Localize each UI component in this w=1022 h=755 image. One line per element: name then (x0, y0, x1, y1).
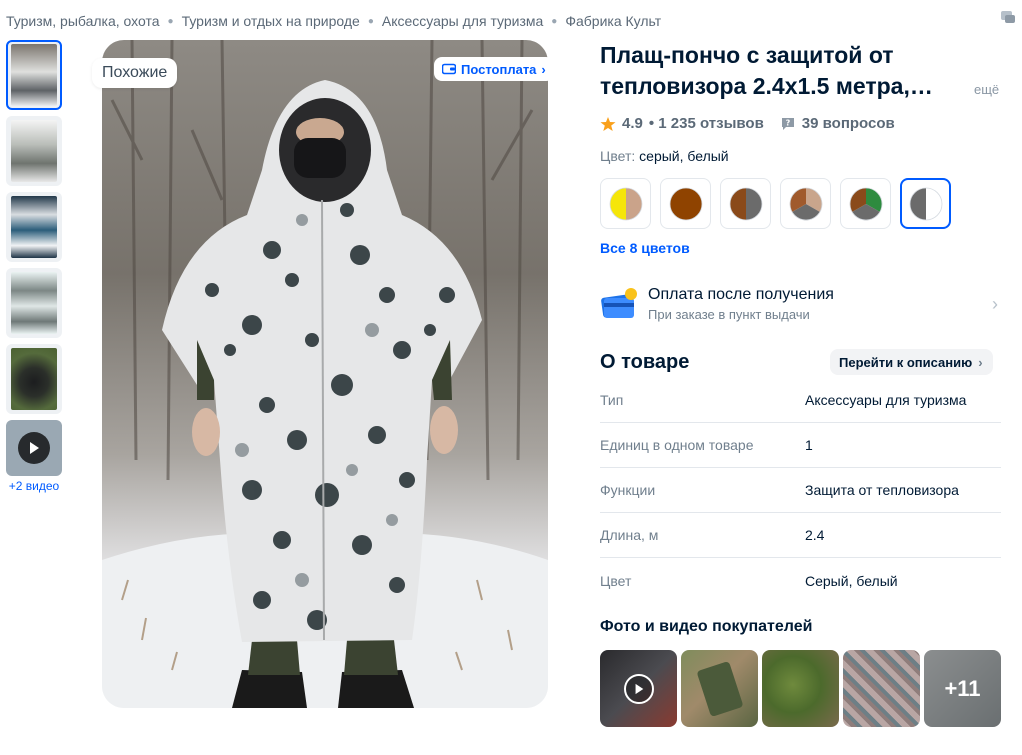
spec-value: Аксессуары для туризма (805, 392, 967, 408)
color-circle-icon (789, 187, 822, 220)
customer-photo-2[interactable] (762, 650, 839, 727)
spec-key: Тип (600, 392, 624, 408)
spec-row: Функции Защита от тепловизора (600, 468, 1001, 513)
spec-key: Функции (600, 482, 656, 498)
spec-row: Единиц в одном товаре 1 (600, 423, 1001, 468)
postpay-label: Постоплата (461, 61, 537, 77)
rating-summary: 4.9 • 1 235 отзывов ? 39 вопросов (600, 115, 895, 132)
star-icon (600, 116, 616, 131)
color-circle-icon (849, 187, 882, 220)
color-label-key: Цвет: (600, 148, 636, 164)
customer-media-heading: Фото и видео покупателей (600, 618, 813, 635)
breadcrumb-item[interactable]: Аксессуары для туризма (382, 13, 543, 29)
more-link[interactable]: ещё (974, 82, 999, 97)
go-to-description-button[interactable]: Перейти к описанию › (830, 349, 993, 375)
breadcrumb: Туризм, рыбалка, охота ● Туризм и отдых … (6, 12, 661, 30)
spec-value: Серый, белый (805, 572, 898, 589)
payment-title: Оплата после получения (648, 286, 834, 303)
wallet-icon (442, 63, 456, 75)
go-to-description-label: Перейти к описанию (839, 354, 973, 370)
chevron-right-icon: › (978, 354, 983, 370)
payment-card-icon (600, 287, 638, 321)
payment-after-receipt[interactable]: Оплата после получения При заказе в пунк… (600, 282, 1000, 326)
chat-icon[interactable] (1000, 10, 1016, 26)
color-swatch[interactable] (780, 178, 831, 229)
thumbnail-3[interactable] (6, 192, 62, 262)
main-product-image[interactable] (102, 40, 548, 708)
all-colors-link[interactable]: Все 8 цветов (600, 240, 690, 256)
play-icon (623, 673, 654, 704)
thumbnail-1[interactable] (6, 40, 62, 110)
breadcrumb-item[interactable]: Туризм, рыбалка, охота (6, 13, 160, 29)
color-swatch[interactable] (660, 178, 711, 229)
thumbnail-2[interactable] (6, 116, 62, 186)
customer-media-strip: +11 (600, 650, 1001, 727)
color-swatch[interactable] (600, 178, 651, 229)
spec-key: Цвет (600, 572, 632, 589)
spec-value: 2.4 (805, 527, 825, 543)
color-swatch[interactable] (720, 178, 771, 229)
color-label: Цвет: серый, белый (600, 148, 729, 164)
questions-count: 39 вопросов (801, 115, 895, 132)
color-circle-icon (609, 187, 642, 220)
color-swatch[interactable] (840, 178, 891, 229)
breadcrumb-separator: ● (167, 15, 174, 27)
about-heading: О товаре (600, 351, 690, 373)
reviews-link[interactable]: • 1 235 отзывов (649, 115, 764, 132)
breadcrumb-item[interactable]: Туризм и отдых на природе (182, 13, 360, 29)
customer-video-1[interactable] (600, 650, 677, 727)
postpay-badge[interactable]: Постоплата › (434, 57, 554, 81)
chevron-right-icon: › (541, 61, 546, 77)
play-icon (18, 432, 50, 464)
spec-row: Тип Аксессуары для туризма (600, 378, 1001, 423)
similar-button[interactable]: Похожие (92, 58, 178, 88)
spec-key: Единиц в одном товаре (600, 437, 754, 453)
chevron-right-icon: › (992, 294, 998, 314)
specs-table: Тип Аксессуары для туризма Единиц в одно… (600, 378, 1001, 603)
customer-photo-3[interactable] (843, 650, 920, 727)
rating-value: 4.9 (622, 115, 643, 132)
thumbnail-list: +2 видео (6, 40, 64, 493)
question-bubble-icon: ? (781, 117, 794, 130)
spec-value: Защита от тепловизора (805, 482, 959, 498)
video-count-label[interactable]: +2 видео (6, 479, 62, 493)
svg-text:?: ? (785, 118, 790, 127)
questions-link[interactable]: ? 39 вопросов (780, 115, 895, 132)
spec-row: Длина, м 2.4 (600, 513, 1001, 558)
thumbnail-5[interactable] (6, 344, 62, 414)
color-label-value: серый, белый (639, 148, 729, 164)
video-thumbnail[interactable] (6, 420, 62, 476)
breadcrumb-item[interactable]: Фабрика Культ (565, 13, 661, 29)
color-circle-icon (729, 187, 762, 220)
color-circle-icon (669, 187, 702, 220)
spec-value: 1 (805, 437, 813, 453)
payment-subtitle: При заказе в пункт выдачи (648, 307, 810, 322)
color-swatch[interactable] (900, 178, 951, 229)
more-media-count: +11 (944, 675, 981, 701)
customer-photo-1[interactable] (681, 650, 758, 727)
breadcrumb-separator: ● (367, 15, 374, 27)
spec-row: Цвет Серый, белый (600, 558, 1001, 603)
thumbnail-4[interactable] (6, 268, 62, 338)
spec-key: Длина, м (600, 527, 659, 543)
product-title: Плащ-пончо с защитой от тепловизора 2.4х… (600, 42, 933, 99)
color-circle-icon (909, 187, 942, 220)
color-swatches (600, 178, 951, 229)
customer-media-more[interactable]: +11 (924, 650, 1001, 727)
breadcrumb-separator: ● (551, 15, 558, 27)
